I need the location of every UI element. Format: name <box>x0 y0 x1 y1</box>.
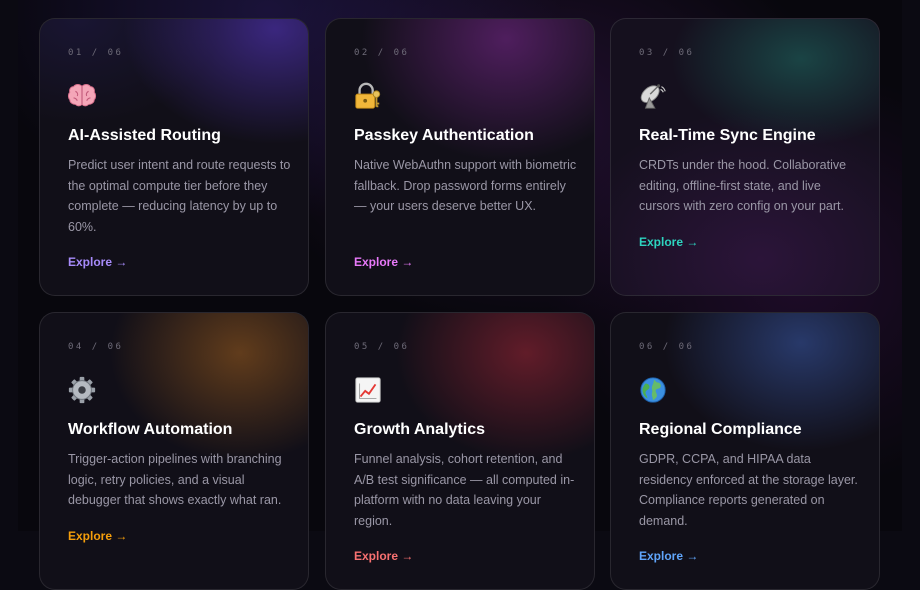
feature-card-analytics: 05 / 06 Growth Analytics Funnel analysis… <box>325 312 595 590</box>
globe-icon <box>640 377 666 403</box>
feature-card-ai-routing: 01 / 06 AI-Assisted Routing Predict user… <box>39 18 309 296</box>
explore-link[interactable]: Explore → <box>639 549 698 563</box>
card-title: Passkey Authentication <box>354 127 534 144</box>
card-index: 04 / 06 <box>68 342 124 352</box>
brain-icon <box>67 84 97 107</box>
card-title: Workflow Automation <box>68 421 233 438</box>
explore-link[interactable]: Explore → <box>68 529 127 543</box>
card-index: 01 / 06 <box>68 48 124 58</box>
explore-link[interactable]: Explore → <box>354 255 413 269</box>
card-description: Native WebAuthn support with biometric f… <box>354 158 577 213</box>
explore-link[interactable]: Explore → <box>639 235 698 249</box>
feature-card-passkey: 02 / 06 Passkey Authentication Native We… <box>325 18 595 296</box>
card-title: Real-Time Sync Engine <box>639 127 816 144</box>
card-description: Funnel analysis, cohort retention, and A… <box>354 452 575 528</box>
feature-card-realtime-sync: 03 / 06 Real-Time Sync Engine CRDTs unde… <box>610 18 880 296</box>
feature-card-compliance: 06 / 06 Regional Compliance GDPR, CCPA, … <box>610 312 880 590</box>
card-description: Trigger-action pipelines with branching … <box>68 452 282 507</box>
explore-link[interactable]: Explore → <box>354 549 413 563</box>
card-title: Growth Analytics <box>354 421 485 438</box>
lock-with-key-icon <box>355 82 381 109</box>
card-index: 02 / 06 <box>354 48 410 58</box>
card-description: Predict user intent and route requests t… <box>68 158 291 234</box>
card-index: 06 / 06 <box>639 342 695 352</box>
chart-increasing-icon <box>355 377 381 403</box>
card-description: GDPR, CCPA, and HIPAA data residency enf… <box>639 452 858 528</box>
gear-icon <box>68 376 96 404</box>
satellite-antenna-icon <box>640 84 666 109</box>
explore-link[interactable]: Explore → <box>68 255 127 269</box>
card-index: 05 / 06 <box>354 342 410 352</box>
card-description: CRDTs under the hood. Collaborative edit… <box>639 158 847 213</box>
feature-card-workflow: 04 / 06 Workflow Automation Trigger-acti… <box>39 312 309 590</box>
card-title: AI-Assisted Routing <box>68 127 221 144</box>
card-title: Regional Compliance <box>639 421 802 438</box>
card-index: 03 / 06 <box>639 48 695 58</box>
